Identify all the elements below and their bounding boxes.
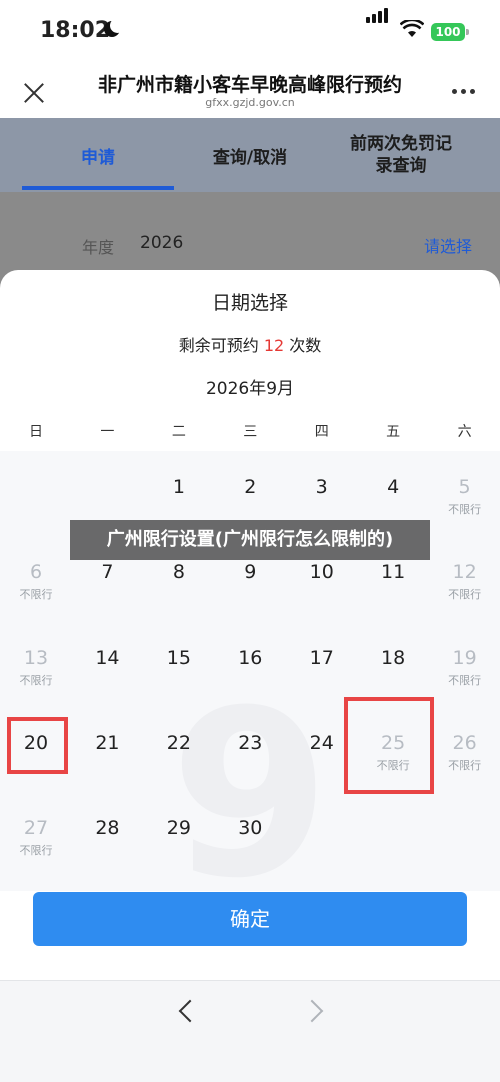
- day-number: 4: [387, 476, 400, 498]
- remaining-prefix: 剩余可预约: [178, 336, 259, 355]
- calendar-day[interactable]: 6 不限行: [0, 551, 72, 621]
- weekday-label: 一: [100, 424, 115, 440]
- back-icon[interactable]: [178, 999, 202, 1023]
- calendar-day[interactable]: 10: [286, 551, 358, 621]
- calendar-day[interactable]: 21: [71, 722, 143, 792]
- day-status: 不限行: [19, 588, 53, 602]
- weekday-label: 四: [314, 424, 329, 440]
- title-bar: 非广州市籍小客车早晚高峰限行预约 gfxx.gzjd.gov.cn: [0, 62, 500, 118]
- calendar-day[interactable]: 23: [214, 722, 286, 792]
- confirm-button[interactable]: 确定: [33, 892, 467, 946]
- calendar-day[interactable]: 30: [214, 807, 286, 877]
- page-title: 非广州市籍小客车早晚高峰限行预约: [97, 74, 402, 96]
- year-select-link[interactable]: 请选择: [424, 233, 472, 257]
- day-number: 13: [23, 646, 49, 669]
- tab-apply[interactable]: 申请: [22, 118, 174, 192]
- weekday-label: 二: [171, 424, 186, 440]
- day-number: 30: [238, 817, 263, 840]
- calendar-day[interactable]: 12 不限行: [429, 551, 500, 621]
- calendar-day[interactable]: 15: [143, 637, 215, 707]
- moon-icon: [104, 18, 125, 37]
- tab-query-cancel[interactable]: 查询/取消: [174, 118, 326, 192]
- day-number: 2: [244, 476, 257, 498]
- day-number: 12: [452, 561, 477, 584]
- day-status: 不限行: [19, 673, 53, 687]
- tab-waiver-records[interactable]: 前两次免罚记录查询: [346, 118, 456, 192]
- day-number: 15: [166, 646, 191, 669]
- day-number: 1: [172, 476, 185, 498]
- day-number: 3: [315, 476, 328, 498]
- calendar-day[interactable]: 19 不限行: [429, 637, 500, 707]
- day-number: 19: [452, 646, 477, 669]
- day-status: 不限行: [19, 844, 53, 858]
- day-number: 28: [95, 817, 120, 840]
- calendar-day[interactable]: 7: [71, 551, 143, 621]
- date-picker-sheet: 日期选择 剩余可预约 12 次数 2026年9月 日一二三四五六 9 12345…: [0, 270, 500, 1081]
- calendar-day[interactable]: 16: [214, 637, 286, 707]
- calendar-day[interactable]: 28: [71, 807, 143, 877]
- day-number: 23: [238, 731, 263, 754]
- day-number: 27: [23, 817, 49, 840]
- day-number: 18: [381, 646, 406, 669]
- weekday-header: 日一二三四五六: [0, 421, 500, 447]
- day-number: 14: [95, 646, 120, 669]
- bottom-nav: [0, 980, 500, 1082]
- day-status: 不限行: [448, 673, 482, 687]
- calendar-day[interactable]: 13 不限行: [0, 637, 72, 707]
- day-number: 5: [458, 476, 471, 498]
- overlay-banner: 广州限行设置(广州限行怎么限制的): [70, 520, 430, 560]
- page-url: gfxx.gzjd.gov.cn: [205, 96, 295, 109]
- calendar-day[interactable]: 14: [71, 637, 143, 707]
- day-number: 22: [166, 731, 191, 754]
- day-number: 26: [452, 731, 477, 754]
- day-number: 16: [238, 646, 263, 669]
- weekday-label: 三: [243, 424, 258, 440]
- highlight-box-20: [7, 717, 68, 774]
- day-number: 29: [166, 817, 191, 840]
- remaining-number: 12: [263, 336, 285, 355]
- status-bar: 18:02 100: [0, 0, 500, 62]
- weekday-label: 日: [29, 424, 43, 440]
- calendar-day[interactable]: 11: [357, 551, 429, 621]
- day-number: 6: [29, 561, 43, 584]
- calendar-day[interactable]: 26 不限行: [429, 722, 500, 792]
- day-status: 不限行: [448, 758, 482, 772]
- day-status: 不限行: [448, 503, 482, 516]
- remaining-count: 剩余可预约 12 次数: [0, 332, 500, 356]
- close-icon[interactable]: [18, 78, 50, 110]
- day-number: 17: [309, 646, 334, 669]
- more-icon[interactable]: [452, 89, 480, 95]
- status-time: 18:02: [40, 18, 111, 43]
- calendar-day[interactable]: 22: [143, 722, 215, 792]
- day-number: 21: [95, 731, 120, 754]
- calendar-day[interactable]: 8: [143, 551, 215, 621]
- calendar-day[interactable]: 27 不限行: [0, 807, 72, 877]
- calendar-grid: 9 1 2 3 4 5 不限行 6 不限行 7 8 9 10 11 12 不限行 13 不限行 14 15 16 17 1…: [0, 451, 500, 911]
- weekday-label: 五: [386, 424, 401, 440]
- wifi-icon: [400, 20, 424, 37]
- month-label: 2026年9月: [205, 379, 295, 399]
- tab-bar: 申请 查询/取消 前两次免罚记录查询: [0, 118, 500, 192]
- highlight-box-25: [344, 697, 434, 794]
- tab-indicator: [22, 186, 174, 190]
- year-label: 年度: [82, 238, 115, 257]
- calendar-day[interactable]: 9: [214, 551, 286, 621]
- year-value: 2026: [140, 233, 184, 253]
- calendar-day[interactable]: 29: [143, 807, 215, 877]
- forward-icon[interactable]: [300, 999, 324, 1023]
- day-status: 不限行: [448, 588, 482, 602]
- battery-indicator: 100: [431, 23, 469, 41]
- calendar-day[interactable]: 5 不限行: [429, 466, 500, 536]
- sheet-title: 日期选择: [211, 292, 288, 314]
- remaining-suffix: 次数: [289, 336, 322, 355]
- weekday-label: 六: [457, 424, 472, 440]
